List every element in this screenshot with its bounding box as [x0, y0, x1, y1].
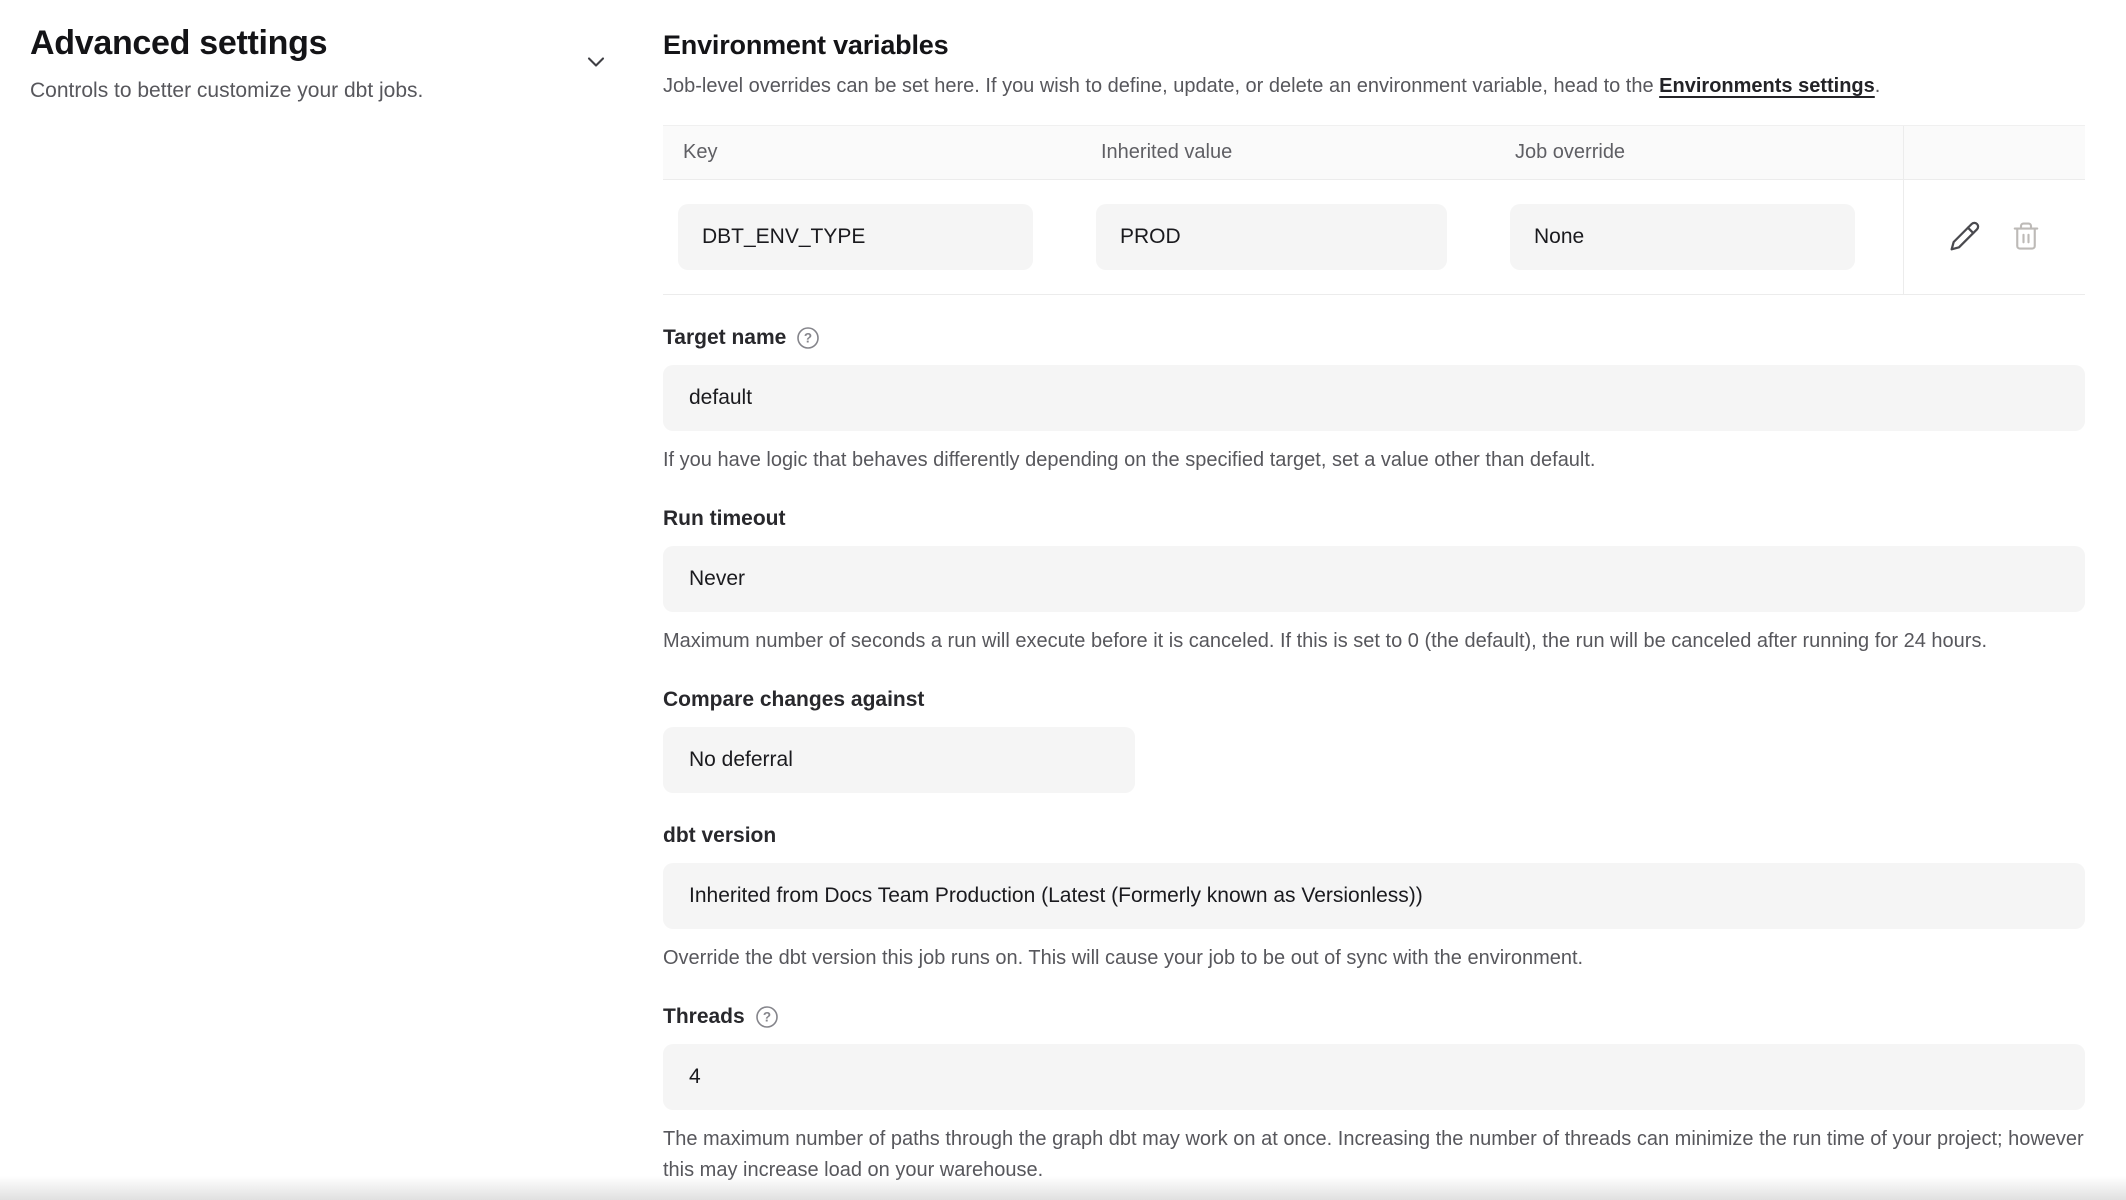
run-timeout-select[interactable]: Never: [663, 546, 2085, 612]
threads-label-row: Threads ?: [663, 1005, 2085, 1029]
field-target-name: Target name ? default If you have logic …: [663, 326, 2085, 476]
environment-variables-section: Environment variables Job-level override…: [663, 0, 2085, 1186]
edit-env-var-button[interactable]: [1945, 216, 1985, 259]
page-title: Advanced settings: [30, 24, 630, 63]
dbt-version-select[interactable]: Inherited from Docs Team Production (Lat…: [663, 863, 2085, 929]
edit-icon: [1949, 220, 1981, 255]
field-run-timeout: Run timeout Never Maximum number of seco…: [663, 507, 2085, 657]
environments-settings-link[interactable]: Environments settings: [1659, 75, 1875, 97]
description-period: .: [1875, 75, 1881, 97]
field-dbt-version: dbt version Inherited from Docs Team Pro…: [663, 824, 2085, 974]
column-header-key: Key: [663, 126, 1081, 179]
delete-env-var-button[interactable]: [2007, 217, 2045, 258]
env-var-inherited-value-field[interactable]: PROD: [1096, 204, 1447, 270]
run-timeout-help-text: Maximum number of seconds a run will exe…: [663, 626, 2085, 657]
target-name-label: Target name: [663, 326, 786, 350]
page-subtitle: Controls to better customize your dbt jo…: [30, 79, 630, 103]
svg-text:?: ?: [763, 1010, 771, 1025]
section-heading: Environment variables: [663, 30, 2085, 61]
column-header-inherited-value: Inherited value: [1081, 126, 1495, 179]
column-header-job-override: Job override: [1495, 126, 1903, 179]
help-circle-icon[interactable]: ?: [796, 326, 820, 350]
field-compare-changes: Compare changes against No deferral: [663, 688, 2085, 793]
target-name-label-row: Target name ?: [663, 326, 2085, 350]
threads-label: Threads: [663, 1005, 745, 1029]
help-circle-icon[interactable]: ?: [755, 1005, 779, 1029]
collapse-section-button[interactable]: [581, 48, 611, 78]
advanced-settings-panel: Advanced settings Controls to better cus…: [30, 24, 630, 103]
compare-changes-select[interactable]: No deferral: [663, 727, 1135, 793]
scroll-fade-divider: [0, 1176, 2126, 1200]
dbt-version-help-text: Override the dbt version this job runs o…: [663, 943, 2085, 974]
field-threads: Threads ? 4 The maximum number of paths …: [663, 1005, 2085, 1186]
target-name-input[interactable]: default: [663, 365, 2085, 431]
threads-input[interactable]: 4: [663, 1044, 2085, 1110]
env-var-job-override-field[interactable]: None: [1510, 204, 1855, 270]
delete-icon: [2011, 221, 2041, 254]
table-row: DBT_ENV_TYPE PROD None: [663, 180, 2085, 294]
svg-text:?: ?: [804, 331, 812, 346]
dbt-version-label: dbt version: [663, 824, 776, 848]
target-name-help-text: If you have logic that behaves different…: [663, 445, 2085, 476]
column-header-actions: [1903, 126, 2085, 179]
env-var-key-field[interactable]: DBT_ENV_TYPE: [678, 204, 1033, 270]
description-text: Job-level overrides can be set here. If …: [663, 75, 1659, 97]
run-timeout-label: Run timeout: [663, 507, 785, 531]
row-actions: [1903, 180, 2085, 294]
section-description: Job-level overrides can be set here. If …: [663, 71, 2085, 101]
table-header-row: Key Inherited value Job override: [663, 126, 2085, 180]
compare-changes-label: Compare changes against: [663, 688, 924, 712]
env-variables-table: Key Inherited value Job override DBT_ENV…: [663, 125, 2085, 295]
chevron-down-icon: [582, 48, 610, 79]
